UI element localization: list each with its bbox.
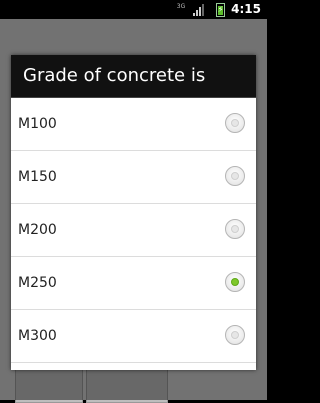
network-3g-icon: 3G: [176, 4, 186, 16]
network-type-label: 3G: [176, 3, 186, 10]
option-label: M100: [18, 116, 57, 132]
option-label: M300: [18, 328, 57, 344]
option-m200[interactable]: M200: [11, 204, 256, 257]
radio-unchecked-icon[interactable]: [225, 219, 245, 239]
radio-unchecked-icon[interactable]: [225, 113, 245, 133]
battery-charging-icon: ⚡: [216, 3, 225, 17]
signal-strength-icon: [193, 4, 207, 16]
option-label: M200: [18, 222, 57, 238]
option-label: M250: [18, 275, 57, 291]
radio-checked-icon[interactable]: [225, 272, 245, 292]
clock: 4:15: [231, 2, 261, 16]
option-label: M150: [18, 169, 57, 185]
status-bar: 3G ⚡ 4:15: [0, 0, 267, 19]
radio-unchecked-icon[interactable]: [225, 166, 245, 186]
dialog-title: Grade of concrete is: [11, 55, 256, 98]
option-m300[interactable]: M300: [11, 310, 256, 363]
radio-unchecked-icon[interactable]: [225, 325, 245, 345]
options-list: M100 M150 M200 M250 M300: [11, 98, 256, 363]
option-m250[interactable]: M250: [11, 257, 256, 310]
option-m150[interactable]: M150: [11, 151, 256, 204]
option-m100[interactable]: M100: [11, 98, 256, 151]
grade-dialog: Grade of concrete is M100 M150 M200 M250 M30…: [11, 55, 256, 370]
